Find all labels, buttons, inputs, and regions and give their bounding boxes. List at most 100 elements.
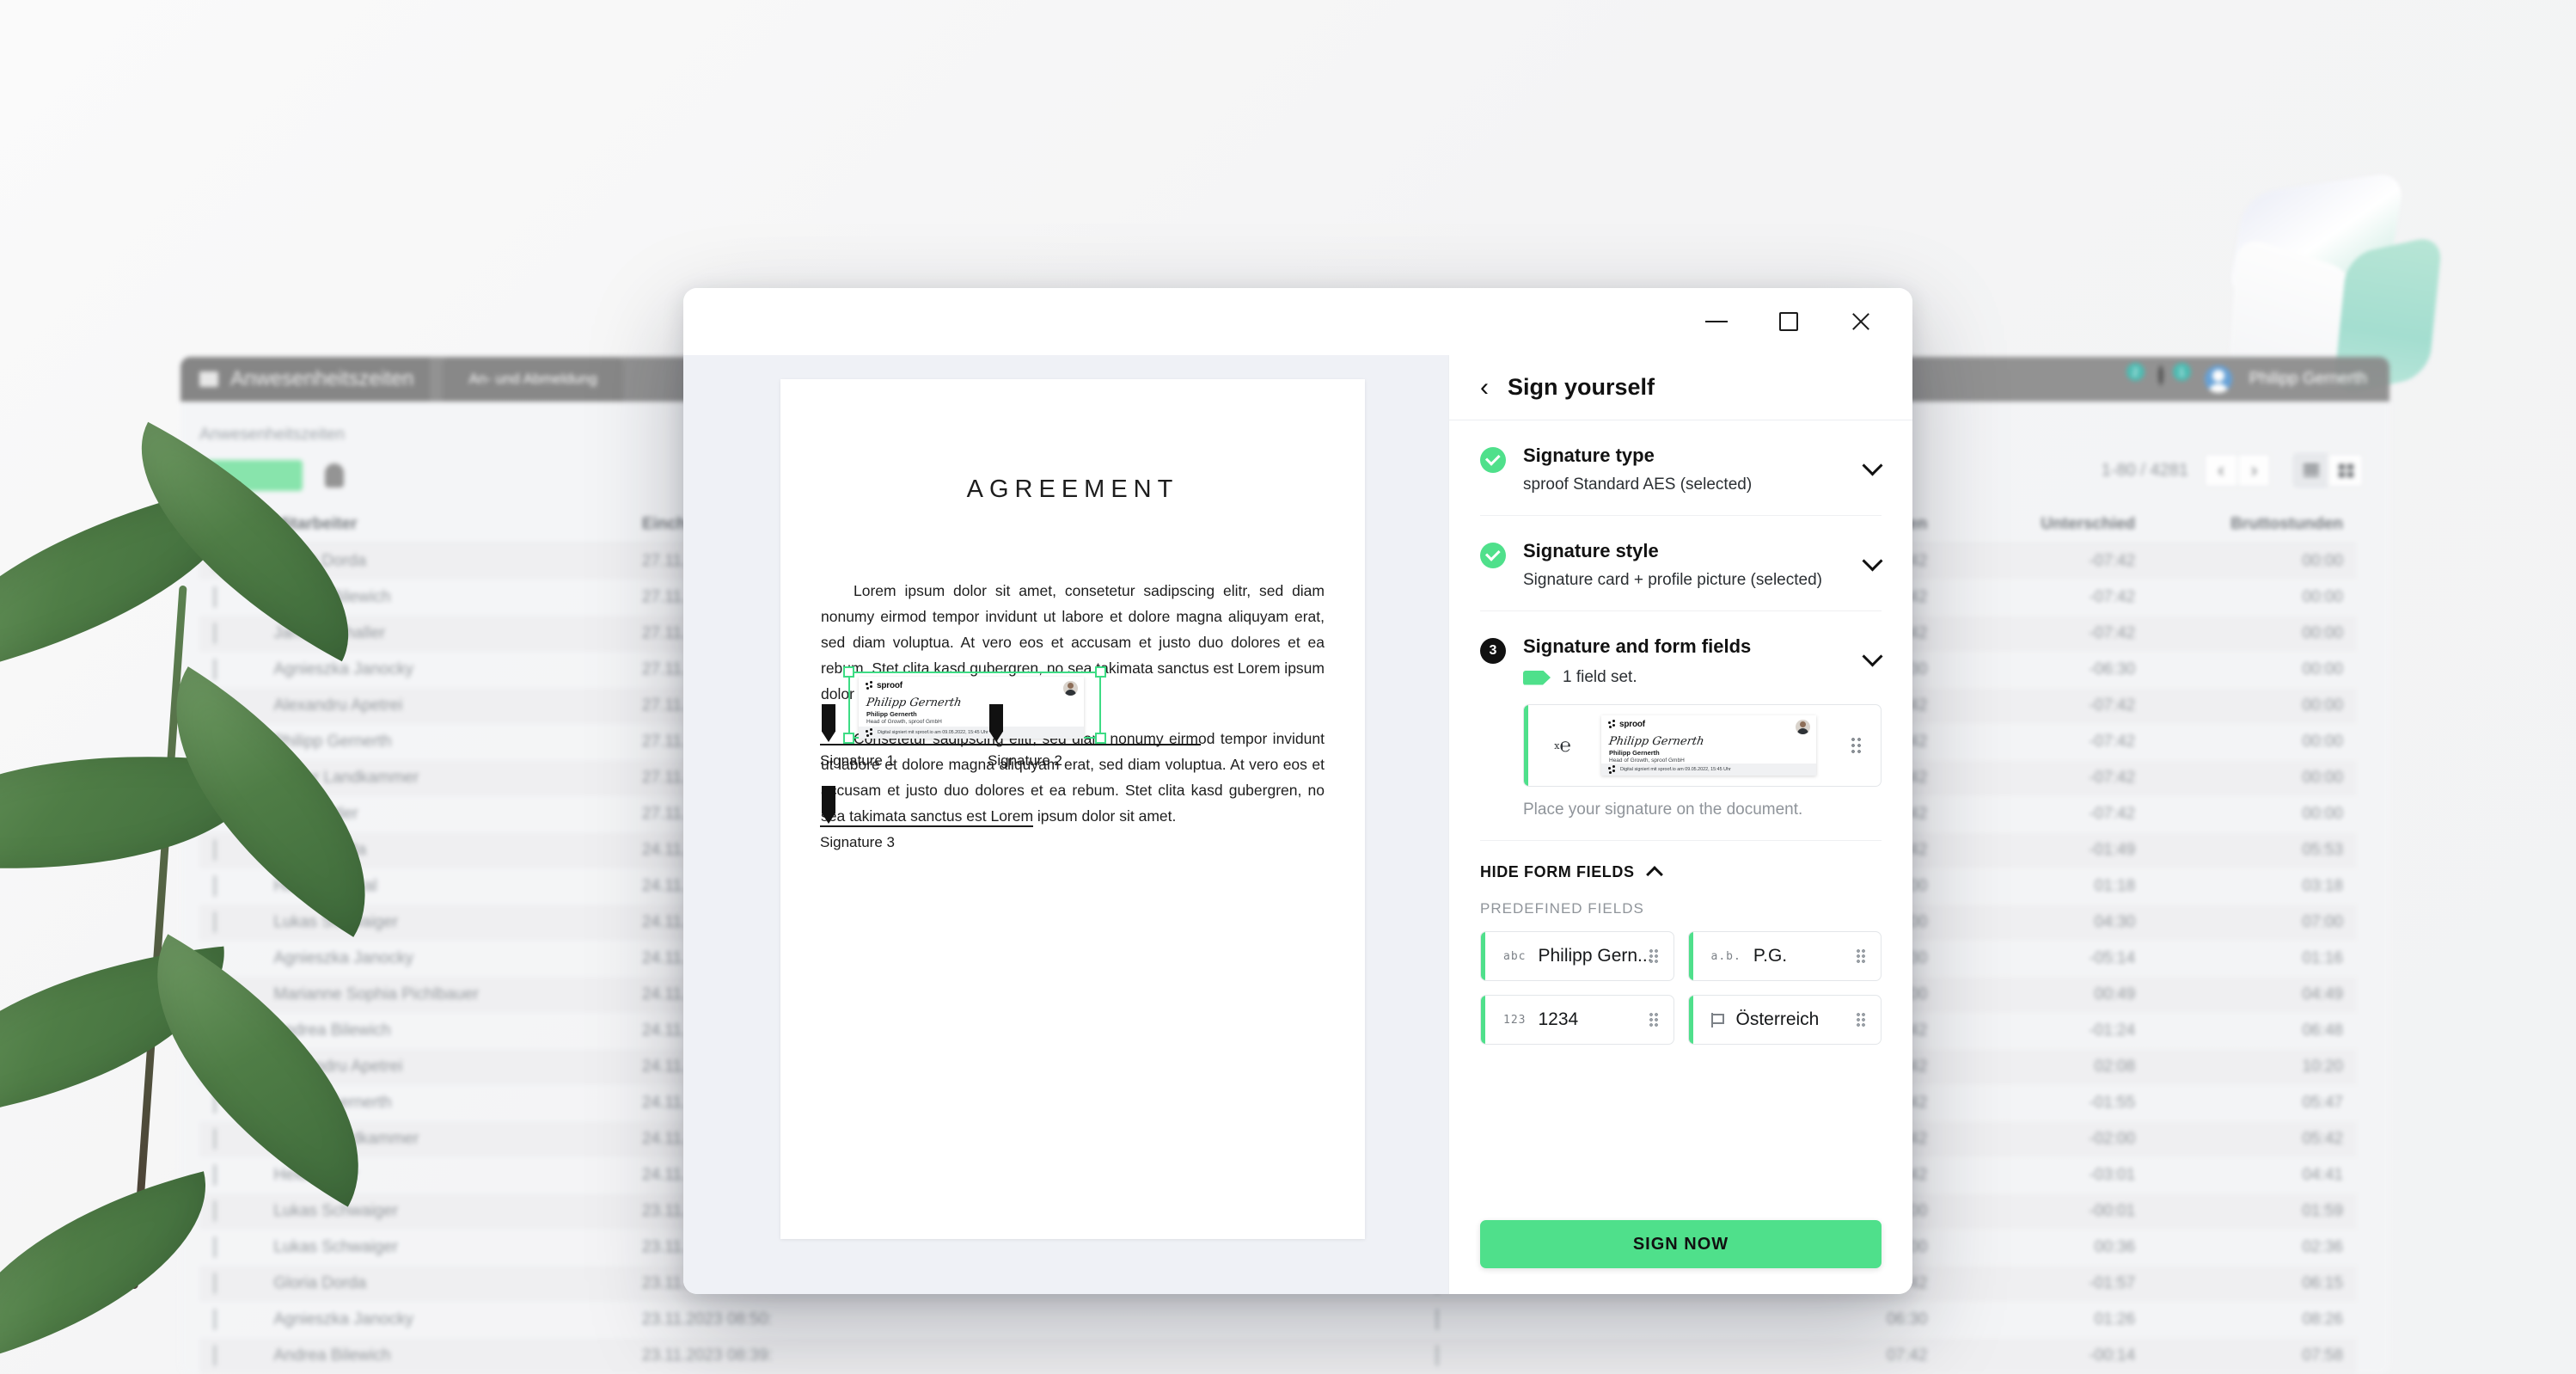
resize-handle-bottom-left[interactable] — [843, 733, 854, 744]
cell-unterschied: 01:26 — [2094, 1310, 2136, 1328]
app-title-pill[interactable]: Anwesenheitszeiten — [181, 357, 430, 402]
predefined-field-item[interactable]: Österreich — [1687, 995, 1882, 1045]
grid-menu-icon[interactable] — [199, 371, 218, 387]
document-paragraph-2: Consetetur sadipscing elitr, sed diam no… — [821, 730, 1325, 825]
chevron-up-icon[interactable] — [1645, 866, 1663, 883]
cell-unterschied: -01:49 — [2089, 841, 2136, 859]
step-signature-type[interactable]: Signature type sproof Standard AES (sele… — [1480, 420, 1883, 516]
resize-handle-top-right[interactable] — [1095, 666, 1106, 678]
cell-bruttostunden: 05:42 — [2302, 1130, 2343, 1148]
hide-form-fields-toggle[interactable]: HIDE FORM FIELDS — [1480, 863, 1882, 883]
check-icon-signature-style — [1480, 543, 1506, 568]
signature-preview-box[interactable]: x ℮ sproof Philipp Gernerth Philipp Gern… — [1523, 704, 1882, 787]
messages-icon[interactable]: 2 — [2112, 363, 2145, 390]
cell-bruttostunden: 07:58 — [2302, 1346, 2343, 1365]
signature-profile-picture — [1063, 681, 1078, 696]
timer-badge: 1 — [2172, 363, 2191, 381]
fieldset-count: 1 field set. — [1563, 668, 1637, 686]
list-view-button[interactable] — [2294, 454, 2328, 487]
sproof-logo-icon-preview: sproof — [1608, 720, 1645, 729]
col-unterschied[interactable]: Unterschied — [1941, 506, 2150, 543]
flag-icon — [1710, 1012, 1724, 1027]
cell-bruttostunden: 01:16 — [2302, 949, 2343, 967]
panel-content: Signature type sproof Standard AES (sele… — [1449, 420, 1912, 1201]
predefined-field-item[interactable]: abc Philipp Gern... — [1480, 931, 1674, 981]
cell-bruttostunden: 06:48 — [2302, 1021, 2343, 1040]
sign-panel: ‹ Sign yourself Signature type sproof St… — [1448, 355, 1912, 1294]
cell-unterschied: 02:08 — [2094, 1058, 2136, 1076]
grid-view-button[interactable] — [2328, 454, 2363, 487]
cell-bruttostunden: 06:15 — [2302, 1274, 2343, 1292]
resize-handle-top-left[interactable] — [843, 666, 854, 678]
cell-bruttostunden: 04:49 — [2302, 985, 2343, 1003]
sproof-logo-icon: sproof — [866, 681, 903, 690]
panel-title: Sign yourself — [1508, 374, 1655, 400]
placed-signature-card[interactable]: sproof Philipp Gernerth Philipp Gernerth… — [859, 677, 1084, 739]
cell-unterschied: -07:42 — [2089, 805, 2136, 823]
document-title: AGREEMENT — [966, 475, 1179, 503]
signature-label-2: Signature 2 — [988, 752, 1062, 769]
document-viewer[interactable]: AGREEMENT Lorem ipsum dolor sit amet, co… — [683, 355, 1448, 1294]
signature-preview-card[interactable]: sproof Philipp Gernerth Philipp Gernerth… — [1601, 715, 1816, 776]
cell-unterschied: -05:14 — [2089, 949, 2136, 967]
drag-handle-icon[interactable] — [1851, 738, 1863, 753]
table-row[interactable]: Andrea Bilewich 23.11.2023 08:39: 07:42 -00… — [199, 1338, 2357, 1374]
table-row[interactable]: Agnieszka Janocky 23.11.2023 08:50: 06:30 0… — [199, 1302, 2357, 1338]
document-page[interactable]: AGREEMENT Lorem ipsum dolor sit amet, co… — [780, 379, 1365, 1239]
cell-unterschied: -07:42 — [2089, 552, 2136, 570]
tag-icon — [1523, 670, 1551, 685]
cell-einchecken: 23.11.2023 08:39: — [641, 1346, 773, 1365]
sign-now-button[interactable]: SIGN NOW — [1480, 1220, 1882, 1268]
sproof-logo-text-preview: sproof — [1619, 720, 1645, 729]
cell-unterschied: -07:42 — [2089, 696, 2136, 715]
resize-handle-bottom-right[interactable] — [1095, 733, 1106, 744]
placement-hint: Place your signature on the document. — [1523, 800, 1803, 819]
cell-unterschied: -07:42 — [2089, 588, 2136, 606]
field-type-icon: a.b. — [1710, 949, 1741, 963]
signature-role-preview: Head of Growth, sproof GmbH — [1609, 758, 1685, 764]
cell-bruttostunden: 05:53 — [2302, 841, 2343, 859]
sproof-logo-text: sproof — [877, 681, 903, 690]
placed-signature-selection[interactable]: sproof Philipp Gernerth Philipp Gernerth… — [843, 666, 1106, 744]
predefined-field-value: Philipp Gern... — [1538, 946, 1653, 966]
next-page-button[interactable]: › — [2237, 454, 2270, 487]
step-subtitle-signature-type: sproof Standard AES (selected) — [1523, 475, 1753, 494]
hide-form-fields-label: HIDE FORM FIELDS — [1480, 863, 1635, 880]
drag-handle-icon[interactable] — [1649, 1013, 1660, 1027]
cell-unterschied: -07:42 — [2089, 733, 2136, 751]
cell-unterschied: -07:42 — [2089, 624, 2136, 642]
decorative-plant — [0, 421, 447, 1374]
window-titlebar[interactable] — [683, 288, 1912, 355]
field-type-icon: abc — [1503, 949, 1527, 963]
screen-root: Anwesenheitszeiten An- und Abmeldung 2 1… — [0, 0, 2576, 1374]
predefined-field-item[interactable]: a.b. P.G. — [1687, 931, 1882, 981]
drag-handle-icon[interactable] — [1649, 949, 1660, 963]
pagination-label: 1-80 / 4281 — [2101, 460, 2188, 480]
chevron-left-icon[interactable]: ‹ — [1480, 374, 1489, 401]
timer-icon[interactable]: 1 — [2157, 363, 2191, 390]
cell-bruttostunden: 02:36 — [2302, 1238, 2343, 1256]
drag-handle-icon[interactable] — [1857, 949, 1867, 963]
prev-page-button[interactable]: ‹ — [2205, 454, 2237, 487]
cell-bruttostunden: 03:18 — [2302, 877, 2343, 895]
col-bruttostunden[interactable]: Bruttostunden — [2149, 506, 2357, 543]
field-type-icon: 123 — [1503, 1013, 1527, 1027]
cell-bruttostunden: 01:59 — [2302, 1202, 2343, 1220]
cell-auschecken — [1025, 1302, 1422, 1338]
breadcrumb: Anwesenheitszeiten — [199, 426, 345, 444]
avatar[interactable] — [2204, 365, 2232, 393]
step-signature-style[interactable]: Signature style Signature card + profile… — [1480, 516, 1883, 611]
minimize-button[interactable] — [1680, 296, 1753, 347]
handwritten-signature-preview: Philipp Gernerth — [1607, 735, 1705, 748]
cell-unterschied: -01:57 — [2089, 1274, 2136, 1292]
predefined-field-item[interactable]: 123 1234 — [1480, 995, 1674, 1045]
drag-handle-icon[interactable] — [1857, 1013, 1867, 1027]
signature-name: Philipp Gernerth — [866, 710, 917, 718]
step-signature-form-fields[interactable]: 3 Signature and form fields 1 field set.… — [1480, 611, 1883, 841]
cell-bruttostunden: 00:00 — [2302, 696, 2343, 715]
close-button[interactable] — [1825, 296, 1897, 347]
handwritten-signature: Philipp Gernerth — [865, 696, 963, 709]
cell-unterschied: -00:01 — [2089, 1202, 2136, 1220]
maximize-button[interactable] — [1753, 296, 1825, 347]
app-tab-anmeldung[interactable]: An- und Abmeldung — [443, 357, 623, 402]
